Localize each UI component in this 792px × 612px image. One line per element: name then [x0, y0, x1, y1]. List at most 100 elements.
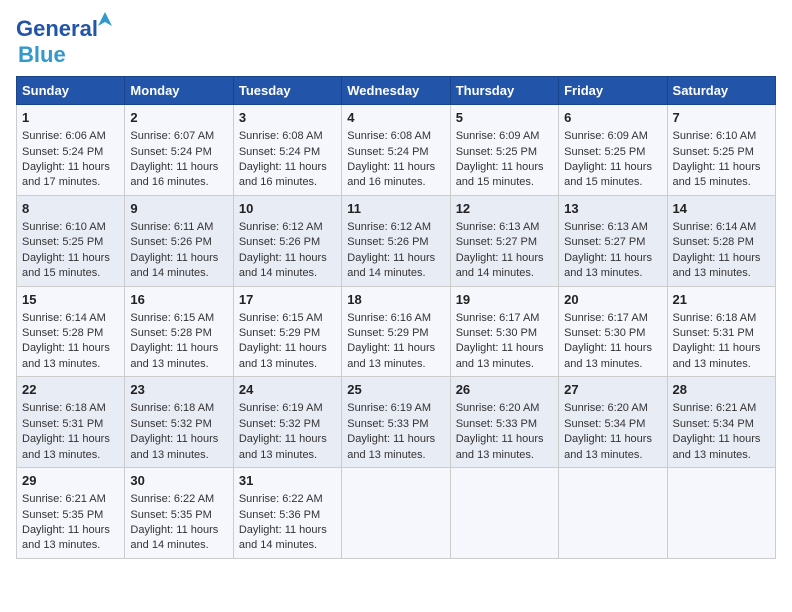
daylight-label: Daylight: 11 hours and 13 minutes.	[22, 342, 110, 369]
daylight-label: Daylight: 11 hours and 13 minutes.	[456, 342, 544, 369]
day-number: 20	[564, 291, 661, 309]
day-number: 9	[130, 200, 227, 218]
calendar-cell: 16 Sunrise: 6:15 AM Sunset: 5:28 PM Dayl…	[125, 286, 233, 377]
sunrise-label: Sunrise: 6:21 AM	[673, 402, 757, 414]
sunset-label: Sunset: 5:32 PM	[130, 418, 211, 430]
sunset-label: Sunset: 5:24 PM	[347, 146, 428, 158]
daylight-label: Daylight: 11 hours and 16 minutes.	[239, 161, 327, 188]
calendar-cell: 14 Sunrise: 6:14 AM Sunset: 5:28 PM Dayl…	[667, 195, 775, 286]
calendar-cell: 8 Sunrise: 6:10 AM Sunset: 5:25 PM Dayli…	[17, 195, 125, 286]
sunrise-label: Sunrise: 6:15 AM	[239, 312, 323, 324]
sunrise-label: Sunrise: 6:08 AM	[347, 130, 431, 142]
calendar-cell: 28 Sunrise: 6:21 AM Sunset: 5:34 PM Dayl…	[667, 377, 775, 468]
sunrise-label: Sunrise: 6:12 AM	[347, 221, 431, 233]
sunrise-label: Sunrise: 6:09 AM	[456, 130, 540, 142]
calendar-cell: 1 Sunrise: 6:06 AM Sunset: 5:24 PM Dayli…	[17, 105, 125, 196]
sunrise-label: Sunrise: 6:08 AM	[239, 130, 323, 142]
calendar-cell: 23 Sunrise: 6:18 AM Sunset: 5:32 PM Dayl…	[125, 377, 233, 468]
header-wednesday: Wednesday	[342, 77, 450, 105]
sunset-label: Sunset: 5:29 PM	[347, 327, 428, 339]
calendar-week-row: 29 Sunrise: 6:21 AM Sunset: 5:35 PM Dayl…	[17, 468, 776, 559]
day-number: 27	[564, 381, 661, 399]
header-sunday: Sunday	[17, 77, 125, 105]
sunset-label: Sunset: 5:33 PM	[456, 418, 537, 430]
sunset-label: Sunset: 5:30 PM	[456, 327, 537, 339]
sunrise-label: Sunrise: 6:22 AM	[130, 493, 214, 505]
calendar-cell: 20 Sunrise: 6:17 AM Sunset: 5:30 PM Dayl…	[559, 286, 667, 377]
daylight-label: Daylight: 11 hours and 16 minutes.	[130, 161, 218, 188]
calendar-cell: 9 Sunrise: 6:11 AM Sunset: 5:26 PM Dayli…	[125, 195, 233, 286]
sunrise-label: Sunrise: 6:15 AM	[130, 312, 214, 324]
day-number: 6	[564, 109, 661, 127]
calendar-cell: 10 Sunrise: 6:12 AM Sunset: 5:26 PM Dayl…	[233, 195, 341, 286]
calendar-cell: 27 Sunrise: 6:20 AM Sunset: 5:34 PM Dayl…	[559, 377, 667, 468]
sunrise-label: Sunrise: 6:22 AM	[239, 493, 323, 505]
logo-blue: Blue	[18, 42, 66, 68]
calendar-cell: 5 Sunrise: 6:09 AM Sunset: 5:25 PM Dayli…	[450, 105, 558, 196]
calendar-cell: 11 Sunrise: 6:12 AM Sunset: 5:26 PM Dayl…	[342, 195, 450, 286]
calendar-cell	[342, 468, 450, 559]
daylight-label: Daylight: 11 hours and 14 minutes.	[130, 252, 218, 279]
sunrise-label: Sunrise: 6:18 AM	[22, 402, 106, 414]
sunset-label: Sunset: 5:24 PM	[22, 146, 103, 158]
sunrise-label: Sunrise: 6:10 AM	[673, 130, 757, 142]
sunrise-label: Sunrise: 6:10 AM	[22, 221, 106, 233]
header-tuesday: Tuesday	[233, 77, 341, 105]
sunset-label: Sunset: 5:31 PM	[673, 327, 754, 339]
calendar-week-row: 8 Sunrise: 6:10 AM Sunset: 5:25 PM Dayli…	[17, 195, 776, 286]
daylight-label: Daylight: 11 hours and 15 minutes.	[456, 161, 544, 188]
daylight-label: Daylight: 11 hours and 15 minutes.	[673, 161, 761, 188]
calendar-cell: 2 Sunrise: 6:07 AM Sunset: 5:24 PM Dayli…	[125, 105, 233, 196]
sunrise-label: Sunrise: 6:18 AM	[673, 312, 757, 324]
daylight-label: Daylight: 11 hours and 14 minutes.	[239, 524, 327, 551]
sunset-label: Sunset: 5:36 PM	[239, 509, 320, 521]
sunset-label: Sunset: 5:31 PM	[22, 418, 103, 430]
daylight-label: Daylight: 11 hours and 13 minutes.	[456, 433, 544, 460]
sunrise-label: Sunrise: 6:13 AM	[564, 221, 648, 233]
sunrise-label: Sunrise: 6:19 AM	[347, 402, 431, 414]
sunrise-label: Sunrise: 6:13 AM	[456, 221, 540, 233]
daylight-label: Daylight: 11 hours and 14 minutes.	[130, 524, 218, 551]
day-number: 13	[564, 200, 661, 218]
calendar-cell: 26 Sunrise: 6:20 AM Sunset: 5:33 PM Dayl…	[450, 377, 558, 468]
day-number: 30	[130, 472, 227, 490]
day-number: 24	[239, 381, 336, 399]
header-friday: Friday	[559, 77, 667, 105]
calendar-cell: 19 Sunrise: 6:17 AM Sunset: 5:30 PM Dayl…	[450, 286, 558, 377]
daylight-label: Daylight: 11 hours and 14 minutes.	[347, 252, 435, 279]
header-monday: Monday	[125, 77, 233, 105]
calendar-cell: 7 Sunrise: 6:10 AM Sunset: 5:25 PM Dayli…	[667, 105, 775, 196]
calendar-cell: 17 Sunrise: 6:15 AM Sunset: 5:29 PM Dayl…	[233, 286, 341, 377]
header-thursday: Thursday	[450, 77, 558, 105]
sunset-label: Sunset: 5:26 PM	[239, 236, 320, 248]
calendar-cell	[450, 468, 558, 559]
daylight-label: Daylight: 11 hours and 15 minutes.	[22, 252, 110, 279]
sunrise-label: Sunrise: 6:16 AM	[347, 312, 431, 324]
sunset-label: Sunset: 5:28 PM	[22, 327, 103, 339]
daylight-label: Daylight: 11 hours and 13 minutes.	[564, 252, 652, 279]
day-number: 3	[239, 109, 336, 127]
day-number: 8	[22, 200, 119, 218]
sunrise-label: Sunrise: 6:18 AM	[130, 402, 214, 414]
sunrise-label: Sunrise: 6:07 AM	[130, 130, 214, 142]
sunrise-label: Sunrise: 6:17 AM	[564, 312, 648, 324]
day-number: 15	[22, 291, 119, 309]
sunset-label: Sunset: 5:35 PM	[22, 509, 103, 521]
daylight-label: Daylight: 11 hours and 14 minutes.	[456, 252, 544, 279]
sunset-label: Sunset: 5:27 PM	[564, 236, 645, 248]
calendar-cell: 3 Sunrise: 6:08 AM Sunset: 5:24 PM Dayli…	[233, 105, 341, 196]
sunset-label: Sunset: 5:25 PM	[564, 146, 645, 158]
day-number: 14	[673, 200, 770, 218]
daylight-label: Daylight: 11 hours and 13 minutes.	[347, 342, 435, 369]
day-number: 4	[347, 109, 444, 127]
sunset-label: Sunset: 5:28 PM	[673, 236, 754, 248]
calendar-header-row: SundayMondayTuesdayWednesdayThursdayFrid…	[17, 77, 776, 105]
calendar-cell: 30 Sunrise: 6:22 AM Sunset: 5:35 PM Dayl…	[125, 468, 233, 559]
sunset-label: Sunset: 5:32 PM	[239, 418, 320, 430]
logo-bird-icon	[94, 8, 116, 30]
daylight-label: Daylight: 11 hours and 13 minutes.	[347, 433, 435, 460]
sunrise-label: Sunrise: 6:20 AM	[564, 402, 648, 414]
sunset-label: Sunset: 5:27 PM	[456, 236, 537, 248]
calendar-cell: 15 Sunrise: 6:14 AM Sunset: 5:28 PM Dayl…	[17, 286, 125, 377]
daylight-label: Daylight: 11 hours and 14 minutes.	[239, 252, 327, 279]
